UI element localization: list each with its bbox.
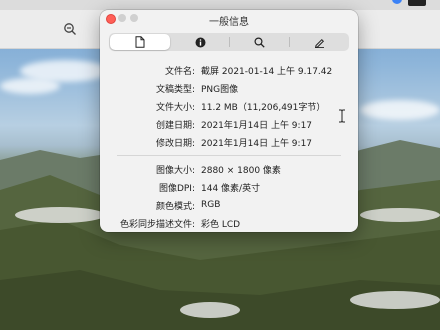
row-filename: 文件名: 截屏 2021-01-14 上午 9.17.42 (100, 62, 358, 78)
magnifier-icon (254, 36, 265, 48)
row-color-profile: 色彩同步描述文件: 彩色 LCD (100, 215, 358, 231)
row-label: 文稿类型: (155, 84, 195, 95)
row-dpi: 图像DPI: 144 像素/英寸 (100, 179, 358, 195)
row-value: 2021年1月14日 上午 9:17 (201, 138, 313, 149)
row-label: 创建日期: (155, 120, 195, 131)
info-icon (195, 37, 206, 47)
row-value: 2021年1月14日 上午 9:17 (201, 120, 313, 131)
panel-title: 一般信息 (209, 17, 249, 28)
cloud (0, 78, 60, 94)
tab-annotations[interactable] (290, 33, 350, 51)
row-value: 彩色 LCD (201, 219, 241, 230)
row-kind: 文稿类型: PNG图像 (100, 80, 358, 96)
row-label: 色彩同步描述文件: (119, 219, 195, 230)
row-created: 创建日期: 2021年1月14日 上午 9:17 (100, 116, 358, 132)
toggle-switch[interactable] (408, 0, 426, 6)
document-icon (135, 36, 145, 48)
text-cursor-icon (338, 109, 346, 126)
info-panel: 一般信息 文件名: 截屏 2021-01-14 上午 9.17.42 文稿类型:… (100, 10, 358, 232)
tab-search[interactable] (230, 33, 290, 51)
row-label: 图像DPI: (158, 183, 195, 194)
row-value: 144 像素/英寸 (201, 183, 261, 194)
row-label: 图像大小: (155, 165, 195, 176)
menu-bar-strip (0, 0, 440, 10)
row-value: PNG图像 (201, 84, 239, 95)
row-value: RGB (201, 200, 221, 210)
row-image-size: 图像大小: 2880 × 1800 像素 (100, 161, 358, 177)
row-value: 截屏 2021-01-14 上午 9.17.42 (201, 66, 333, 77)
zoom-out-icon[interactable] (63, 22, 77, 40)
tab-more-info[interactable] (171, 33, 230, 51)
cloud (360, 100, 440, 120)
row-value: 11.2 MB（11,206,491字节） (201, 102, 326, 113)
tab-general[interactable] (110, 34, 170, 50)
row-label: 修改日期: (155, 138, 195, 149)
row-size: 文件大小: 11.2 MB（11,206,491字节） (100, 98, 358, 114)
row-label: 颜色模式: (155, 201, 195, 212)
pen-icon (314, 38, 324, 48)
row-label: 文件大小: (155, 102, 195, 113)
titlebar: 一般信息 (100, 10, 358, 28)
inspector-tabs (109, 33, 349, 51)
row-label: 文件名: (164, 66, 195, 77)
row-value: 2880 × 1800 像素 (201, 165, 281, 176)
section-divider (117, 155, 341, 156)
row-modified: 修改日期: 2021年1月14日 上午 9:17 (100, 134, 358, 150)
row-color-model: 颜色模式: RGB (100, 197, 358, 213)
